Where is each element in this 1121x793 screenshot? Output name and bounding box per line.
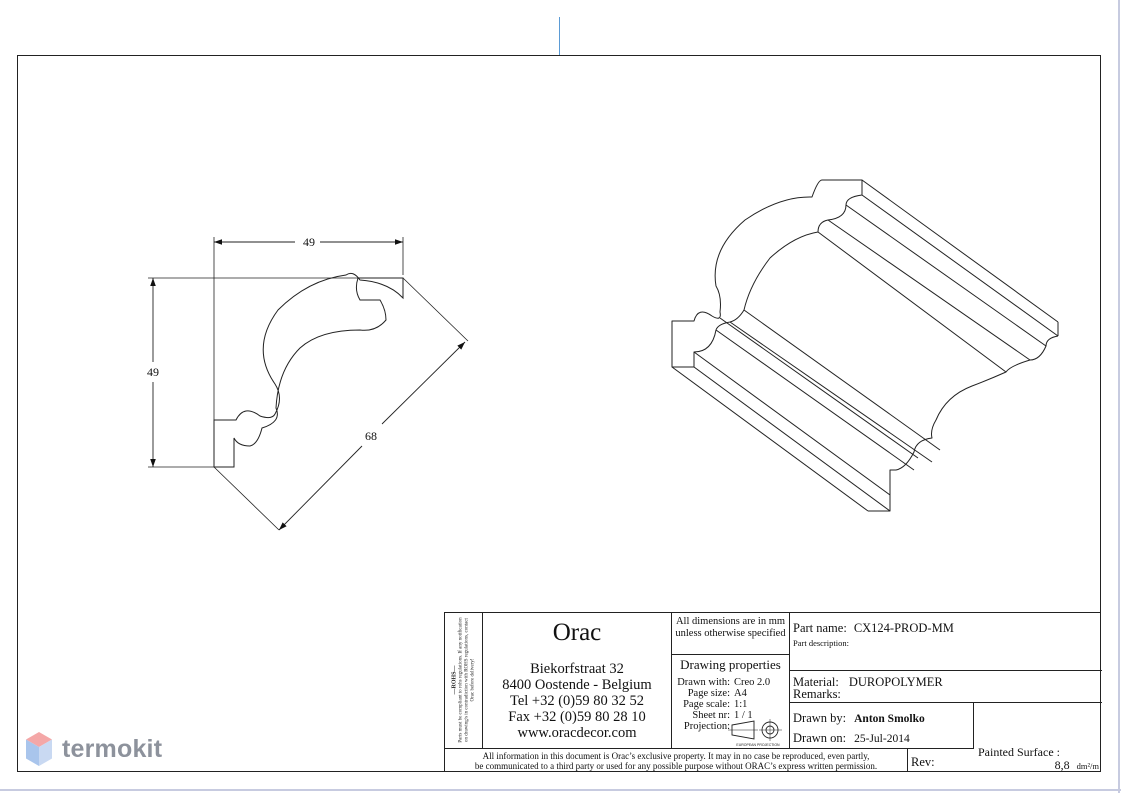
watermark-logo: termokit (24, 729, 162, 769)
footer-line-1: All information in this document is Orac… (482, 751, 870, 761)
projection-caption: EUROPEAN PROJECTION (736, 743, 780, 747)
revision-field: Rev: (908, 748, 974, 772)
projection-symbol-icon: EUROPEAN PROJECTION (728, 719, 782, 747)
dim-height-label: 49 (147, 365, 159, 379)
properties-title: Drawing properties (680, 657, 781, 672)
company-fax: Fax +32 (0)59 80 28 10 (508, 709, 646, 725)
company-name: Orac (552, 619, 602, 646)
painted-surface-unit: dm²/m (1076, 761, 1099, 771)
painted-surface-block: Painted Surface : 8,8 dm²/m (974, 703, 1102, 773)
part-description-label: Part description: (793, 638, 849, 648)
part-name-block: Part name: CX124-PROD-MM Part descriptio… (790, 613, 1102, 671)
watermark-text: termokit (62, 734, 163, 763)
cube-logo-icon (26, 732, 52, 766)
footer-notice: All information in this document is Orac… (445, 748, 908, 772)
drawn-by-value: Anton Smolko (854, 713, 925, 725)
material-value: DUROPOLYMER (848, 675, 943, 689)
drawn-on-value: 25-Jul-2014 (854, 733, 910, 745)
iso-front-face (671, 179, 863, 368)
drawing-properties: Drawing properties Drawn with: Creo 2.0 P… (672, 655, 790, 748)
rohs-note: —ROHS— Parts must be compliant to rohs r… (445, 613, 483, 748)
extension-lines (148, 237, 469, 531)
drawn-by-label: Drawn by: (793, 711, 847, 725)
painted-surface-value: 8,8 (1054, 758, 1070, 772)
property-projection: Projection: (683, 721, 730, 732)
dim-width-label: 49 (303, 235, 315, 249)
rohs-label: —ROHS— (451, 665, 458, 695)
remarks-label: Remarks: (793, 687, 841, 701)
footer-line-2: be communicated to a third party or used… (474, 761, 878, 771)
title-block: —ROHS— Parts must be compliant to rohs r… (444, 612, 1102, 773)
drawn-block: Drawn by: Anton Smolko Drawn on: 25-Jul-… (790, 703, 974, 748)
company-web: www.oracdecor.com (517, 725, 637, 741)
isometric-view (671, 179, 1059, 512)
property-page-size: Page size: A4 (687, 688, 747, 699)
company-block: Orac Biekorfstraat 32 8400 Oostende - Be… (483, 613, 672, 748)
part-name-value: CX124-PROD-MM (853, 621, 954, 635)
material-block: Material: DUROPOLYMER Remarks: (790, 671, 1102, 703)
property-page-scale: Page scale: 1:1 (683, 699, 748, 710)
dimension-note: All dimensions are in mm unless otherwis… (672, 613, 790, 655)
drawn-on-label: Drawn on: (793, 731, 847, 745)
dimension-lines (150, 239, 466, 531)
company-street: Biekorfstraat 32 (530, 661, 624, 677)
property-drawn-with: Drawn with: Creo 2.0 (677, 677, 771, 688)
painted-surface-label: Painted Surface : (978, 745, 1060, 759)
part-name-label: Part name: (793, 621, 847, 635)
dim-diagonal-label: 68 (365, 429, 377, 443)
company-city: 8400 Oostende - Belgium (502, 677, 652, 693)
company-tel: Tel +32 (0)59 80 32 52 (509, 693, 645, 709)
dim-line-diagonal (381, 341, 466, 425)
rohs-text: Parts must be compliant to rohs regulati… (458, 617, 476, 743)
